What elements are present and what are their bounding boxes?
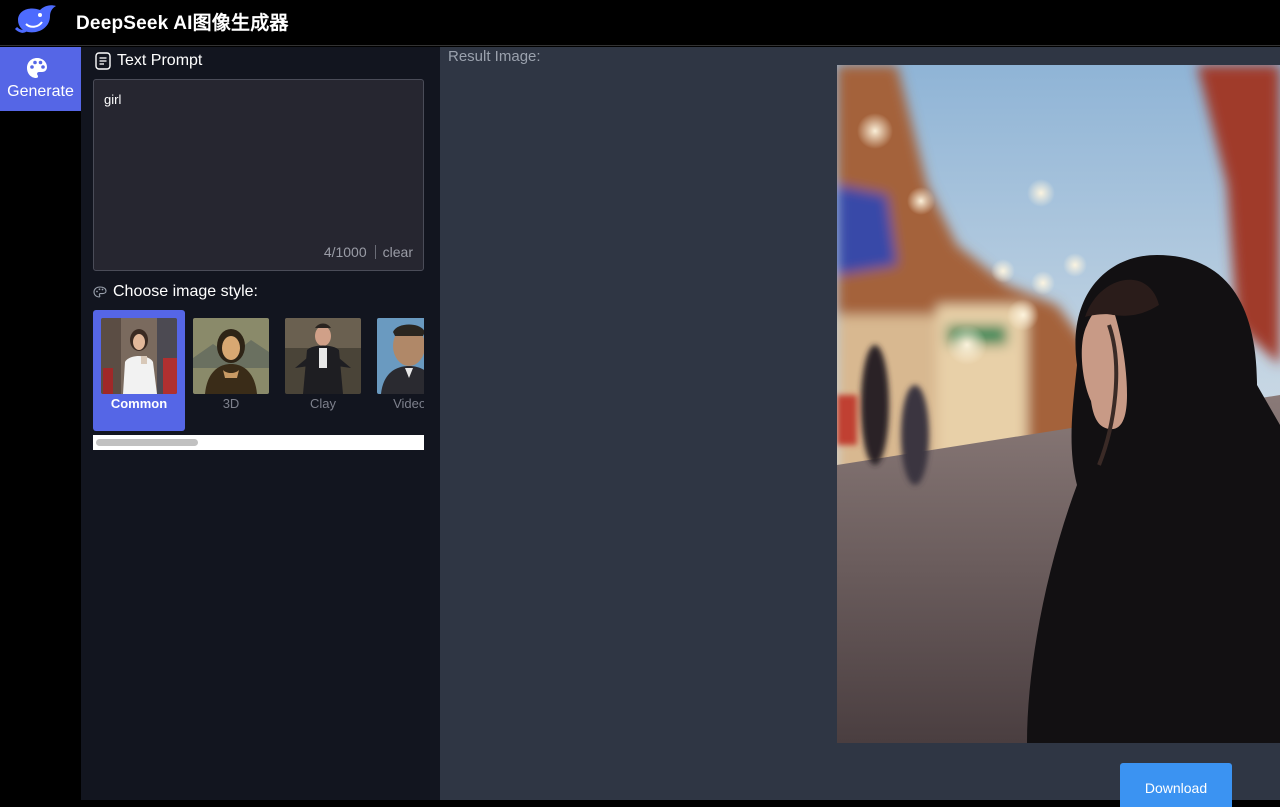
style-card-video-game[interactable]: Video g <box>369 310 424 431</box>
clear-button[interactable]: clear <box>383 244 413 260</box>
style-label-3d: 3D <box>222 396 240 411</box>
style-thumb-video-game <box>377 318 424 394</box>
whale-logo-icon <box>14 5 56 33</box>
prompt-counter: 4/1000 clear <box>324 244 413 260</box>
result-label: Result Image: <box>448 48 541 65</box>
style-card-common[interactable]: Common <box>93 310 185 431</box>
prompt-section-title: Text Prompt <box>95 52 202 70</box>
style-label-common: Common <box>110 396 168 411</box>
nav-generate-label: Generate <box>7 83 74 100</box>
char-count: 4/1000 <box>323 244 367 260</box>
palette-icon <box>27 58 47 78</box>
prompt-value: girl <box>104 92 122 107</box>
download-button[interactable]: Download <box>1120 763 1232 807</box>
style-thumb-common <box>101 318 177 394</box>
styles-section-title: Choose image style: <box>93 283 258 301</box>
style-thumb-3d <box>193 318 269 394</box>
palette-outline-icon <box>93 286 107 298</box>
style-label-video-game: Video g <box>393 396 424 411</box>
style-carousel[interactable]: Common 3D Clay Video <box>93 310 424 434</box>
style-label-clay: Clay <box>309 396 336 411</box>
style-card-3d[interactable]: 3D <box>185 310 277 431</box>
result-image <box>837 65 1280 743</box>
top-bar: DeepSeek AI图像生成器 <box>0 0 1280 46</box>
left-nav: Generate <box>0 47 81 800</box>
styles-section-label: Choose image style: <box>113 283 258 300</box>
control-panel: Text Prompt girl 4/1000 clear Choose ima… <box>81 47 440 800</box>
prompt-section-label: Text Prompt <box>117 52 203 69</box>
app-title: DeepSeek AI图像生成器 <box>76 13 289 34</box>
prompt-textarea[interactable]: girl 4/1000 clear <box>93 79 424 271</box>
counter-divider <box>374 245 376 259</box>
style-thumb-clay <box>285 318 361 394</box>
style-carousel-scrollbar[interactable] <box>93 435 424 450</box>
scrollbar-thumb[interactable] <box>96 439 198 446</box>
document-icon <box>95 52 111 70</box>
style-card-clay[interactable]: Clay <box>277 310 369 431</box>
result-area: Result Image: Download <box>440 47 1280 807</box>
nav-generate-button[interactable]: Generate <box>0 47 81 111</box>
